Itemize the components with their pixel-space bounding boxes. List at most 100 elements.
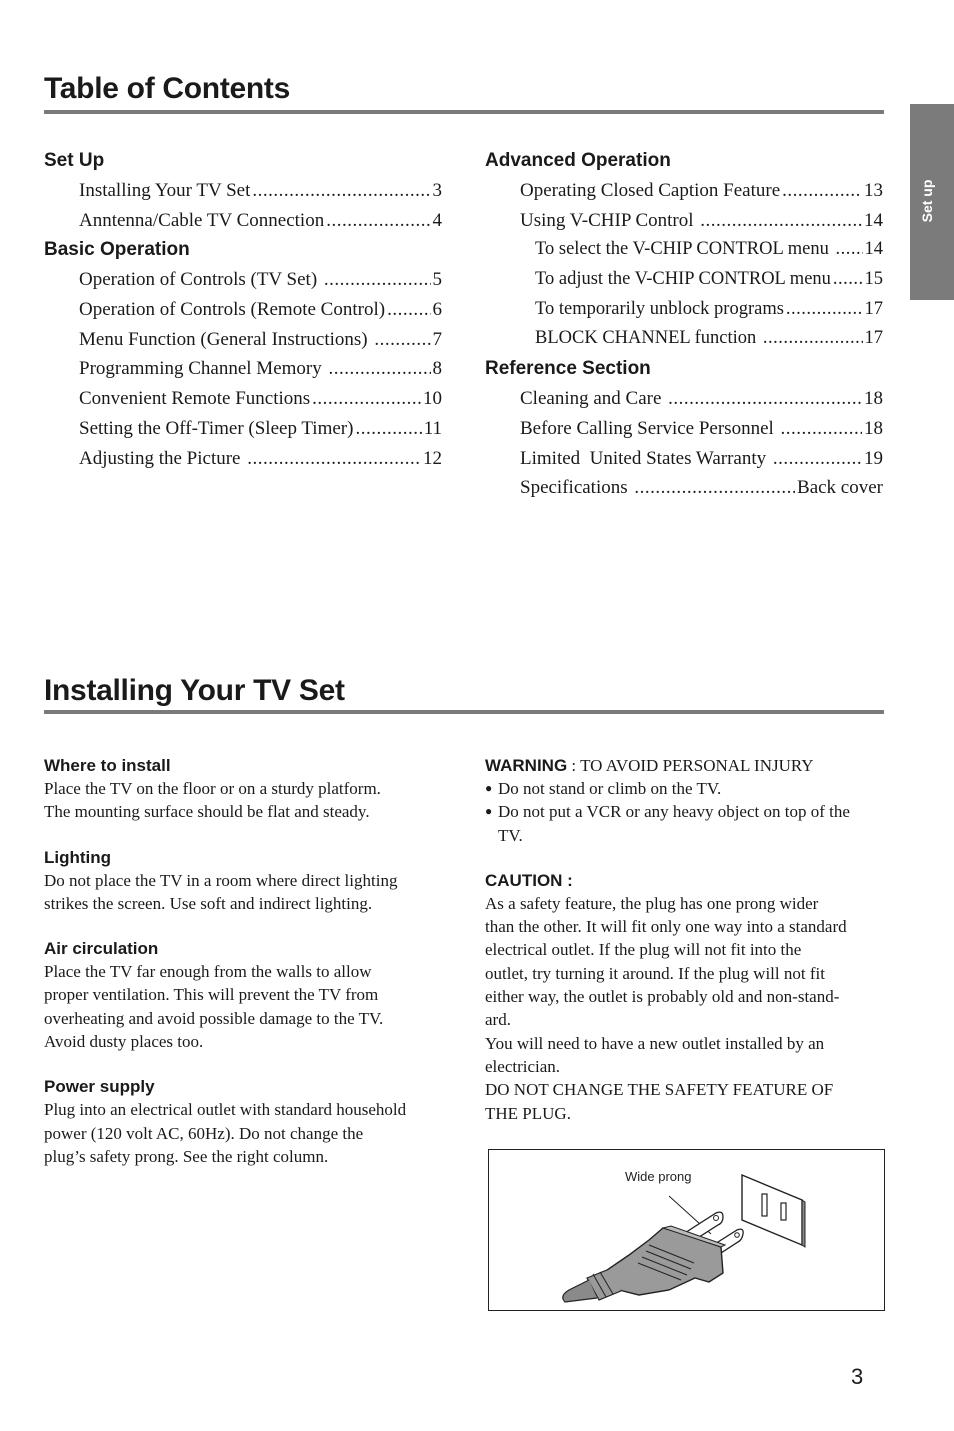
toc-entry-page: 8 — [432, 358, 443, 380]
toc-entry-label: Specifications — [520, 477, 633, 499]
leader-dots — [782, 176, 862, 206]
toc-entry[interactable]: Using V-CHIP Control 14 — [485, 206, 883, 236]
plug-body-icon — [562, 1225, 727, 1303]
toc-entry-label: Limited United States Warranty — [520, 447, 771, 469]
toc-entry-label: Programming Channel Memory — [79, 358, 327, 380]
toc-entry-label: Before Calling Service Personnel — [520, 417, 779, 439]
toc-entry[interactable]: Programming Channel Memory 8 — [44, 354, 442, 384]
toc-entry-label: Operation of Controls (Remote Control) — [79, 299, 386, 321]
toc-entry-page: 19 — [864, 447, 883, 469]
block-heading: Air circulation — [44, 939, 159, 959]
leader-dots — [835, 235, 862, 265]
toc-entry[interactable]: Specifications Back cover — [485, 473, 883, 503]
body-line: THE PLUG. — [485, 1103, 571, 1123]
body-line: Do not place the TV in a room where dire… — [44, 870, 398, 890]
body-line: electrician. — [485, 1056, 561, 1076]
toc-entry[interactable]: Menu Function (General Instructions) 7 — [44, 325, 442, 355]
warning-label: WARNING — [485, 756, 568, 775]
body-line: plug’s safety prong. See the right colum… — [44, 1146, 329, 1166]
where-to-install-block: Where to install Place the TV on the flo… — [44, 755, 444, 824]
body-line: either way, the outlet is probably old a… — [485, 987, 840, 1007]
block-heading: Where to install — [44, 756, 171, 775]
toc-entry-page: 14 — [864, 239, 884, 260]
toc-entry[interactable]: Anntenna/Cable TV Connection 4 — [44, 206, 442, 236]
toc-subentry[interactable]: To adjust the V-CHIP CONTROL menu 15 — [485, 265, 883, 295]
body-line: than the other. It will fit only one way… — [485, 917, 847, 937]
toc-section-title: Advanced Operation — [485, 150, 671, 171]
leader-dots — [329, 354, 431, 384]
toc-section-title: Set Up — [44, 150, 105, 171]
toc-entry[interactable]: Adjusting the Picture 12 — [44, 444, 442, 474]
toc-entry-page: 12 — [423, 447, 442, 469]
body-line: ard. — [485, 1010, 511, 1030]
leader-dots — [668, 384, 862, 414]
body-line: outlet, try turning it around. If the pl… — [485, 963, 825, 983]
toc-entry-label: BLOCK CHANNEL function — [535, 328, 761, 349]
leader-dots — [700, 206, 862, 236]
body-line: Plug into an electrical outlet with stan… — [44, 1100, 407, 1120]
toc-entry-label: Operation of Controls (TV Set) — [79, 269, 322, 291]
toc-entry-label: To select the V-CHIP CONTROL menu — [535, 239, 834, 260]
install-title: Installing Your TV Set — [44, 674, 345, 707]
toc-entry-label: Using V-CHIP Control — [520, 209, 699, 231]
body-line: As a safety feature, the plug has one pr… — [485, 893, 819, 913]
plug-illustration: Wide prong — [488, 1149, 885, 1311]
warning-bullet: ● Do not put a VCR or any heavy object on… — [485, 800, 885, 847]
toc-entry-label: Installing Your TV Set — [79, 180, 251, 201]
wide-prong-callout: Wide prong — [625, 1169, 692, 1184]
body-line: You will need to have a new outlet insta… — [485, 1033, 825, 1053]
body-line: Place the TV on the floor or on a sturdy… — [44, 779, 381, 798]
toc-entry-page: Back cover — [797, 477, 883, 499]
body-line: DO NOT CHANGE THE SAFETY FEATURE OF — [485, 1080, 834, 1100]
body-line: proper ventilation. This will prevent th… — [44, 985, 379, 1005]
toc-entry-page: 3 — [432, 180, 443, 201]
body-line: strikes the screen. Use soft and indirec… — [44, 893, 373, 913]
leader-dots — [786, 295, 863, 325]
toc-entry[interactable]: Installing Your TV Set 3 — [44, 176, 442, 206]
install-title-rule — [44, 710, 884, 714]
toc-entry[interactable]: Limited United States Warranty 19 — [485, 444, 883, 474]
page-number: 3 — [851, 1364, 864, 1389]
leader-dots — [252, 176, 430, 206]
toc-entry-label: Setting the Off-Timer (Sleep Timer) — [79, 417, 354, 439]
leader-dots — [247, 444, 421, 474]
toc-entry-label: Menu Function (General Instructions) — [79, 328, 373, 350]
leader-dots — [781, 414, 862, 444]
toc-entry[interactable]: Operation of Controls (TV Set) 5 — [44, 265, 442, 295]
toc-title: Table of Contents — [44, 72, 291, 105]
power-supply-block: Power supply Plug into an electrical out… — [44, 1076, 444, 1168]
toc-subentry[interactable]: BLOCK CHANNEL function 17 — [485, 324, 883, 354]
toc-subentry[interactable]: To select the V-CHIP CONTROL menu 14 — [485, 235, 883, 265]
toc-entry-label: Convenient Remote Functions — [79, 388, 311, 410]
toc-entry[interactable]: Convenient Remote Functions 10 — [44, 384, 442, 414]
toc-entry[interactable]: Operating Closed Caption Feature 13 — [485, 176, 883, 206]
leader-dots — [763, 324, 863, 354]
leader-dots — [312, 384, 421, 414]
toc-entry-page: 11 — [423, 417, 442, 439]
toc-entry-page: 15 — [864, 269, 884, 290]
leader-dots — [355, 414, 421, 444]
toc-subentry[interactable]: To temporarily unblock programs 17 — [485, 295, 883, 325]
leader-dots — [324, 265, 431, 295]
bullet-icon: ● — [485, 804, 493, 819]
leader-dots — [387, 295, 430, 325]
install-left-column: Where to install Place the TV on the flo… — [44, 755, 444, 1168]
body-line: power (120 volt AC, 60Hz). Do not change… — [44, 1123, 364, 1143]
wall-outlet-icon — [741, 1173, 806, 1248]
toc-section-title: Basic Operation — [44, 239, 190, 261]
toc-entry-page: 6 — [432, 299, 443, 321]
toc-entry[interactable]: Operation of Controls (Remote Control) 6 — [44, 295, 442, 325]
toc-entry[interactable]: Setting the Off-Timer (Sleep Timer) 11 — [44, 414, 442, 444]
toc-entry-page: 14 — [864, 209, 883, 231]
block-heading: Lighting — [44, 847, 112, 867]
toc-entry-label: Operating Closed Caption Feature — [520, 180, 781, 201]
leader-dots — [773, 444, 862, 474]
leader-dots — [833, 265, 863, 295]
leader-dots — [634, 473, 795, 503]
caution-heading: CAUTION : — [485, 870, 573, 890]
toc-entry[interactable]: Before Calling Service Personnel 18 — [485, 414, 883, 444]
toc-entry-label: To temporarily unblock programs — [535, 298, 784, 319]
body-line: Avoid dusty places too. — [44, 1032, 204, 1052]
warning-bullet: ● Do not stand or climb on the TV. — [485, 777, 885, 800]
toc-entry[interactable]: Cleaning and Care 18 — [485, 384, 883, 414]
